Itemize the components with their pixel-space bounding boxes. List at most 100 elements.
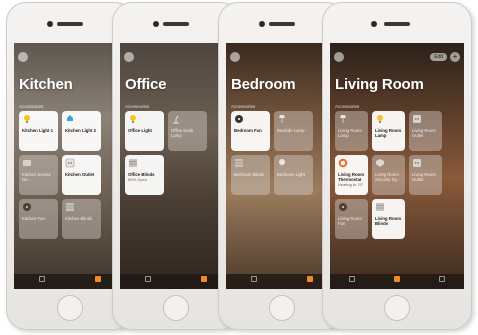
location-button[interactable] xyxy=(18,52,28,62)
phone-living-room: Edit + Living Room Accessories Living Ro… xyxy=(322,2,472,330)
accessory-name: Living Room Blinds xyxy=(375,216,402,226)
home-tab-icon xyxy=(145,275,151,282)
tab-bar xyxy=(120,274,232,289)
room-title: Kitchen xyxy=(19,76,73,93)
accessory-name: Living Room Lamp xyxy=(375,128,402,138)
accessory-name: Living Room Security Sy... xyxy=(375,172,400,182)
earpiece-speaker xyxy=(57,22,83,26)
tab-rooms[interactable] xyxy=(87,275,109,288)
location-button[interactable] xyxy=(124,52,134,62)
outlet-icon xyxy=(65,158,75,168)
tab-bar xyxy=(14,274,126,289)
blinds-icon xyxy=(129,159,137,167)
tab-home[interactable] xyxy=(243,275,265,288)
top-bar: Edit + xyxy=(334,52,460,64)
tab-rooms[interactable] xyxy=(386,275,408,288)
rooms-tab-icon xyxy=(201,275,207,282)
accessory-tile[interactable]: Kitchen Smoke De... xyxy=(19,155,58,195)
accessory-tile[interactable]: Kitchen Light 1 xyxy=(19,111,58,151)
accessory-tile[interactable]: Kitchen Blinds xyxy=(62,199,101,239)
accessory-tile[interactable]: Living Room Outlet xyxy=(409,111,442,151)
edit-button[interactable]: Edit xyxy=(430,53,447,61)
accessory-name: Living Room Outlet xyxy=(412,172,436,182)
accessory-name: Office Light xyxy=(128,128,152,133)
lamp-icon xyxy=(279,115,285,123)
top-bar xyxy=(230,52,334,64)
security-icon xyxy=(376,159,384,167)
front-camera xyxy=(371,21,377,27)
accessory-name: Kitchen Blinds xyxy=(65,216,93,221)
accessory-name: Bedroom Light xyxy=(277,172,305,177)
accessory-tile[interactable]: Office Desk Lamp xyxy=(168,111,207,151)
section-label: Accessories xyxy=(335,104,360,109)
rooms-tab-icon xyxy=(307,275,313,282)
fan-icon xyxy=(235,115,243,123)
home-tab-icon xyxy=(39,275,45,282)
bulb-icon xyxy=(377,115,383,123)
tab-home[interactable] xyxy=(341,275,363,288)
fan-icon xyxy=(339,203,347,211)
accessory-name: Kitchen Light 2 xyxy=(65,128,97,133)
outlet-icon xyxy=(413,115,421,123)
accessory-tile[interactable]: Living Room Blinds xyxy=(372,199,405,239)
accessory-tile[interactable]: Office Light xyxy=(125,111,164,151)
location-button[interactable] xyxy=(230,52,240,62)
home-button[interactable] xyxy=(269,295,295,321)
accessory-tile[interactable]: Bedside Lamp xyxy=(274,111,313,151)
rooms-tab-icon xyxy=(95,275,101,282)
accessory-tile[interactable]: Kitchen Fan xyxy=(19,199,58,239)
accessory-tile[interactable]: Bedroom Fan xyxy=(231,111,270,151)
section-label: Accessories xyxy=(19,104,44,109)
automation-tab-icon xyxy=(438,275,445,282)
accessory-name: Office Desk Lamp xyxy=(171,128,194,138)
home-button[interactable] xyxy=(384,295,410,321)
accessory-tile[interactable]: Living Room Security Sy... xyxy=(372,155,405,195)
sensor-icon xyxy=(23,160,31,166)
home-tab-icon xyxy=(349,275,356,282)
desk-lamp-icon xyxy=(173,115,179,124)
cloud-icon xyxy=(67,115,73,121)
tab-automation[interactable] xyxy=(431,275,453,288)
accessory-tile[interactable]: Living Room Outlet xyxy=(409,155,442,195)
location-button[interactable] xyxy=(334,52,344,62)
screen-office: Office Accessories Office Light Office D… xyxy=(120,43,232,289)
home-button[interactable] xyxy=(163,295,189,321)
home-tab-icon xyxy=(251,275,257,282)
tab-bar xyxy=(330,274,464,289)
accessory-tile[interactable]: Office Blinds 50% Open xyxy=(125,155,164,195)
add-button[interactable]: + xyxy=(450,52,460,62)
bulb-icon xyxy=(130,115,136,123)
accessory-name: Kitchen Smoke De... xyxy=(22,172,51,182)
accessory-tile[interactable]: Bedroom Light xyxy=(274,155,313,195)
accessory-tile[interactable]: Living Room Thermostat Heating to 70° xyxy=(335,155,368,195)
front-camera xyxy=(47,21,53,27)
accessory-tile[interactable]: Living Room Fan xyxy=(335,199,368,239)
rooms-tab-icon xyxy=(393,275,400,282)
tab-home[interactable] xyxy=(31,275,53,288)
section-label: Accessories xyxy=(231,104,256,109)
accessory-tile[interactable]: Living Room Lamp xyxy=(372,111,405,151)
accessory-status: Heating to 70° xyxy=(338,182,364,187)
fan-icon xyxy=(23,203,31,211)
accessory-tile[interactable]: Living Room Lamp xyxy=(335,111,368,151)
blinds-icon xyxy=(66,203,74,211)
room-title: Living Room xyxy=(335,76,424,93)
accessory-grid: Living Room Lamp Living Room Lamp Living… xyxy=(335,111,459,239)
accessory-name: Bedroom Fan xyxy=(234,128,262,133)
accessory-tile[interactable]: Kitchen Light 2 xyxy=(62,111,101,151)
tab-home[interactable] xyxy=(137,275,159,288)
accessory-grid: Kitchen Light 1 Kitchen Light 2 Kitchen … xyxy=(19,111,121,239)
tab-rooms[interactable] xyxy=(299,275,321,288)
accessory-tile[interactable]: Kitchen Outlet xyxy=(62,155,101,195)
accessory-name: Kitchen Light 1 xyxy=(22,128,54,133)
tab-rooms[interactable] xyxy=(193,275,215,288)
accessory-name: Living Room Outlet xyxy=(412,128,436,138)
accessory-name: Living Room Fan xyxy=(338,216,362,226)
accessory-name: Bedroom Blinds xyxy=(234,172,265,177)
accessory-tile[interactable]: Bedroom Blinds xyxy=(231,155,270,195)
accessory-name: Kitchen Outlet xyxy=(65,172,95,177)
earpiece-speaker xyxy=(269,22,295,26)
screen-kitchen: Kitchen Accessories Kitchen Light 1 Kitc… xyxy=(14,43,126,289)
lamp-icon xyxy=(340,115,346,123)
home-button[interactable] xyxy=(57,295,83,321)
